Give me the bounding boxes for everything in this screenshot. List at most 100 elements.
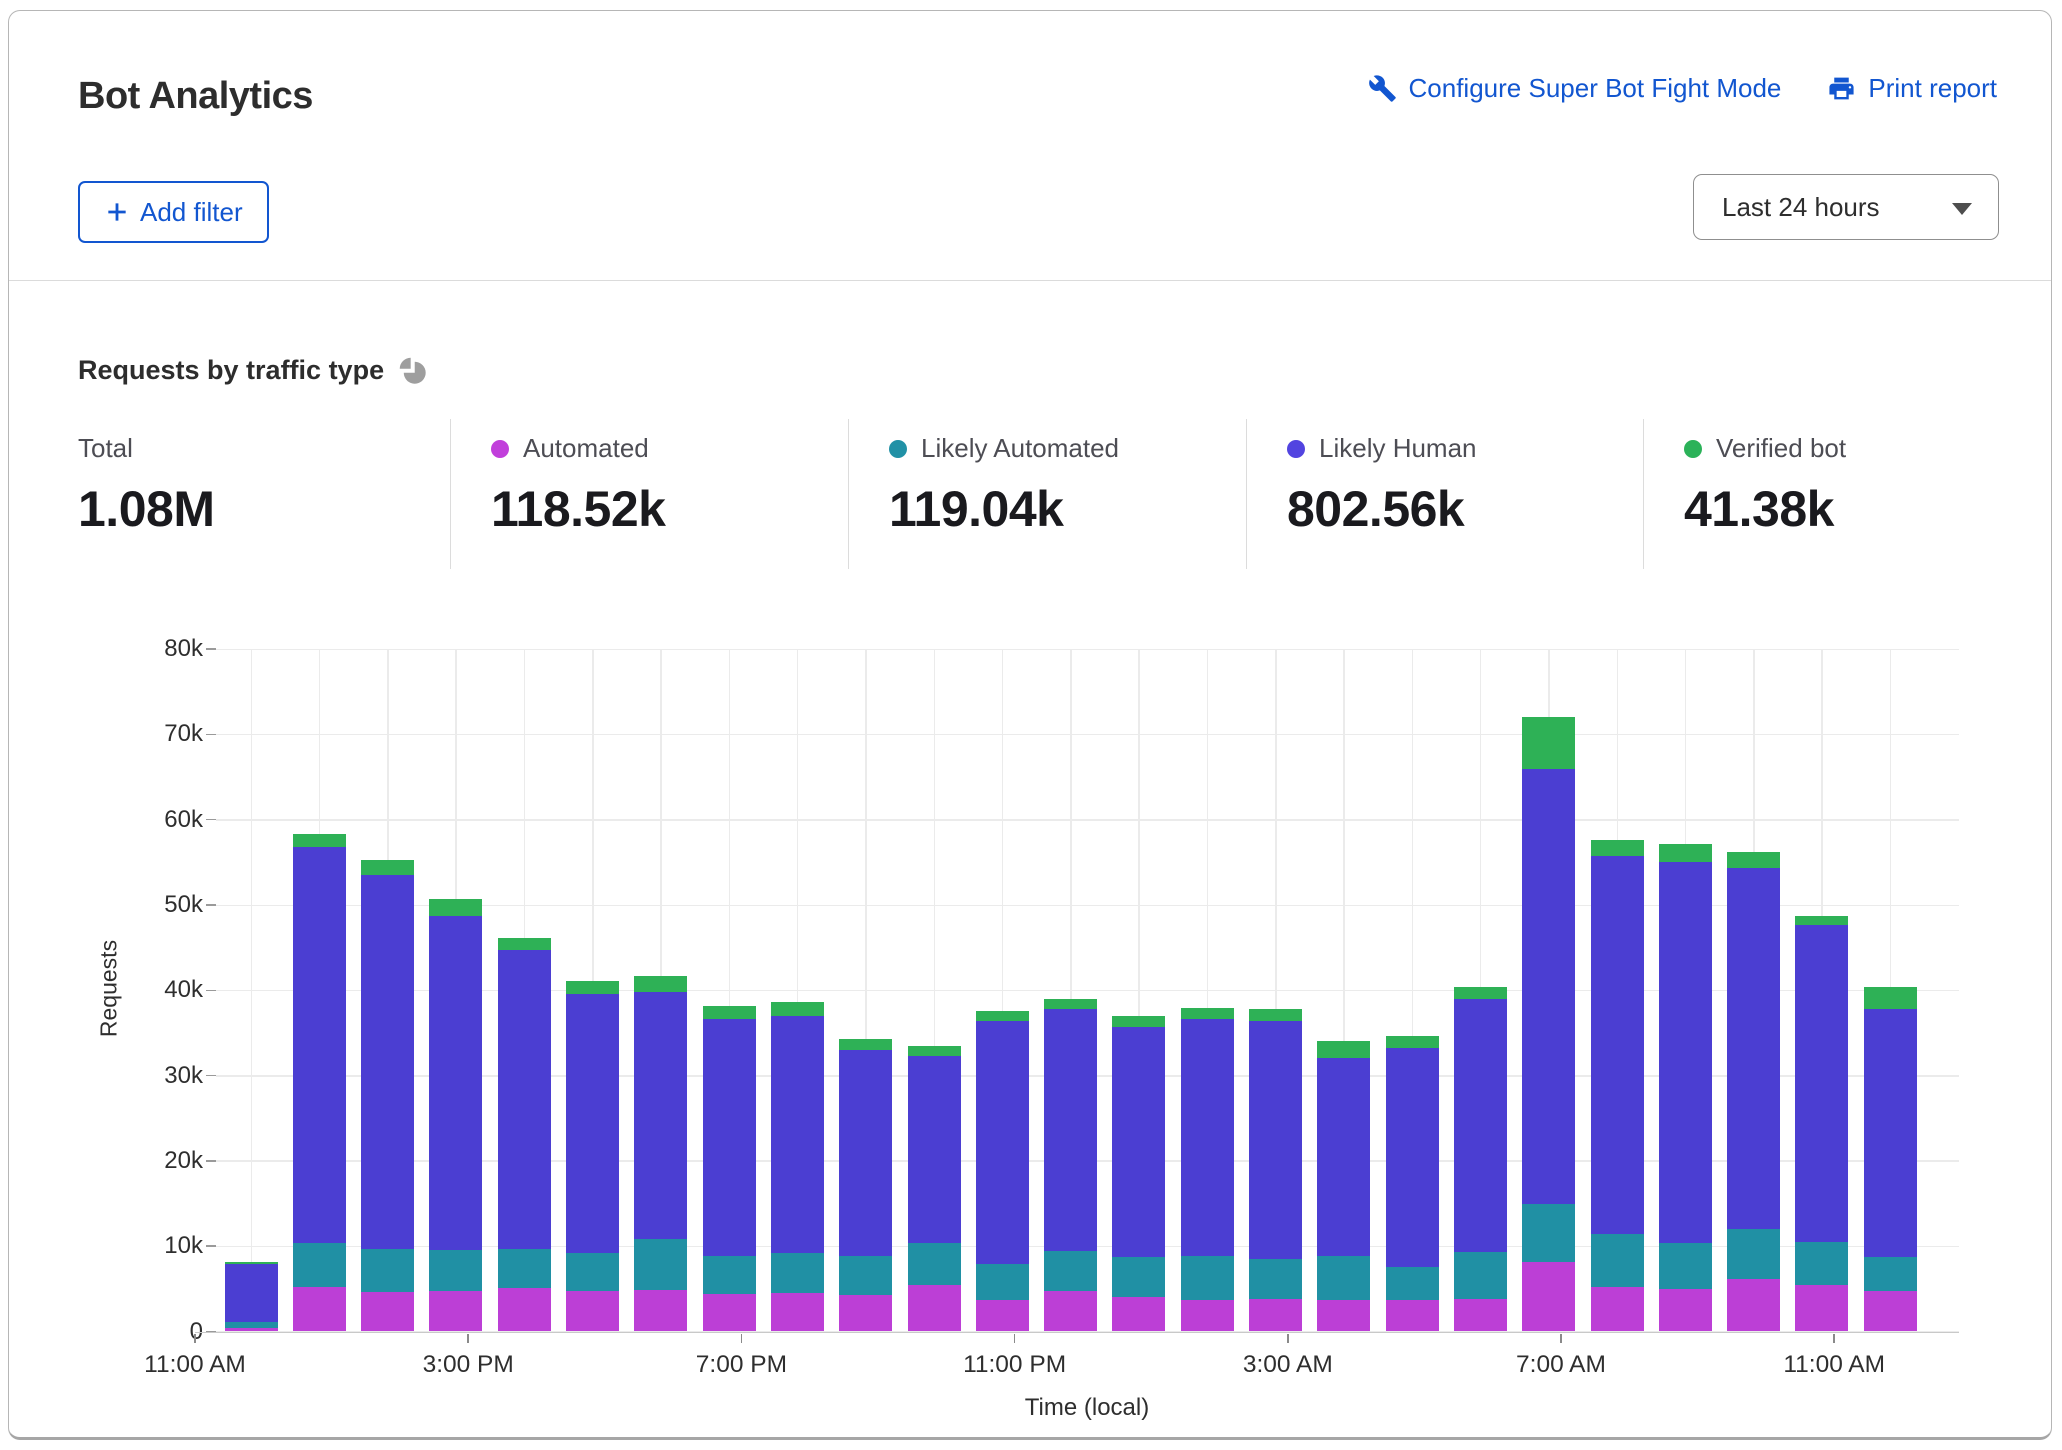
bar-segment-verified-bot xyxy=(703,1006,756,1020)
x-tick xyxy=(1560,1334,1562,1343)
x-tick xyxy=(741,1334,743,1343)
bar-segment-likely-human xyxy=(976,1021,1029,1264)
y-tick-label: 20k xyxy=(113,1147,203,1175)
stat-verified-bot-label: Verified bot xyxy=(1716,433,1846,464)
y-tick xyxy=(206,1331,216,1333)
time-range-value: Last 24 hours xyxy=(1722,192,1880,223)
bar-segment-likely-automated xyxy=(1249,1259,1302,1298)
x-tick-label: 11:00 PM xyxy=(905,1351,1125,1379)
bar-segment-automated xyxy=(1044,1291,1097,1331)
gridline-x xyxy=(387,649,389,1331)
bar-segment-likely-automated xyxy=(908,1243,961,1286)
stat-verified-bot: Verified bot 41.38k xyxy=(1643,419,1997,569)
bar-segment-likely-human xyxy=(771,1016,824,1253)
bar-segment-likely-automated xyxy=(703,1256,756,1294)
bar-segment-likely-automated xyxy=(771,1253,824,1293)
bar-segment-likely-human xyxy=(1044,1009,1097,1251)
bar-segment-likely-automated xyxy=(498,1249,551,1288)
x-axis-title: Time (local) xyxy=(977,1394,1197,1422)
traffic-type-stats: Total 1.08M Automated 118.52k Likely Aut… xyxy=(78,419,1997,569)
bar-segment-likely-automated xyxy=(1864,1257,1917,1290)
x-tick xyxy=(194,1334,196,1343)
bar-segment-likely-human xyxy=(634,992,687,1239)
bar-segment-verified-bot xyxy=(1795,916,1848,925)
y-tick-label: 40k xyxy=(113,976,203,1004)
bar-segment-likely-automated xyxy=(839,1256,892,1295)
bar-segment-likely-automated xyxy=(293,1243,346,1287)
bar-segment-likely-human xyxy=(1522,769,1575,1204)
gridline-y xyxy=(216,1160,1959,1162)
bar-segment-verified-bot xyxy=(1659,844,1712,862)
x-tick xyxy=(1014,1334,1016,1343)
bar-segment-verified-bot xyxy=(634,976,687,992)
y-tick-label: 80k xyxy=(113,635,203,663)
bar-segment-automated xyxy=(1249,1299,1302,1332)
bar-segment-likely-human xyxy=(1864,1009,1917,1257)
y-tick-label: 70k xyxy=(113,720,203,748)
add-filter-button[interactable]: Add filter xyxy=(78,181,269,243)
bar-segment-automated xyxy=(634,1290,687,1332)
gridline-x xyxy=(729,649,731,1331)
y-tick-label: 30k xyxy=(113,1062,203,1090)
bar-segment-likely-automated xyxy=(634,1239,687,1289)
bar-segment-automated xyxy=(566,1291,619,1332)
bar-segment-likely-automated xyxy=(1727,1229,1780,1279)
bar-segment-verified-bot xyxy=(1181,1008,1234,1019)
stat-likely-automated-label: Likely Automated xyxy=(921,433,1119,464)
gridline-x xyxy=(1753,649,1755,1331)
gridline-x xyxy=(1890,649,1892,1331)
gridline-y xyxy=(216,649,1959,651)
bar-segment-automated xyxy=(1386,1300,1439,1332)
bar-segment-likely-automated xyxy=(1181,1256,1234,1300)
gridline-x xyxy=(524,649,526,1331)
bar-segment-automated xyxy=(361,1292,414,1331)
bar-segment-verified-bot xyxy=(1112,1016,1165,1027)
y-tick xyxy=(206,734,216,736)
y-tick xyxy=(206,990,216,992)
bar-segment-likely-human xyxy=(1181,1019,1234,1255)
configure-super-bot-fight-mode-link[interactable]: Configure Super Bot Fight Mode xyxy=(1368,73,1782,104)
bar-segment-verified-bot xyxy=(1044,999,1097,1009)
bar-segment-likely-human xyxy=(703,1019,756,1255)
bar-segment-likely-human xyxy=(1727,868,1780,1228)
stat-total: Total 1.08M xyxy=(78,419,450,569)
gridline-y xyxy=(216,1075,1959,1077)
bar-segment-verified-bot xyxy=(1591,840,1644,855)
bar-segment-automated xyxy=(976,1300,1029,1332)
bar-segment-automated xyxy=(1795,1285,1848,1332)
bar-segment-automated xyxy=(839,1295,892,1332)
bar-segment-likely-automated xyxy=(1112,1257,1165,1297)
bar-segment-verified-bot xyxy=(1522,717,1575,768)
time-range-dropdown[interactable]: Last 24 hours xyxy=(1693,174,1999,240)
bar-segment-likely-human xyxy=(1386,1048,1439,1266)
bar-segment-verified-bot xyxy=(771,1002,824,1016)
bar-segment-verified-bot xyxy=(293,834,346,847)
gridline-x xyxy=(1821,649,1823,1331)
bar-segment-verified-bot xyxy=(498,938,551,950)
bar-segment-likely-automated xyxy=(1317,1256,1370,1300)
bar-segment-likely-automated xyxy=(1454,1252,1507,1298)
bar-segment-automated xyxy=(429,1291,482,1331)
x-tick-label: 7:00 AM xyxy=(1451,1351,1671,1379)
bar-segment-likely-human xyxy=(839,1050,892,1256)
gridline-x xyxy=(1070,649,1072,1331)
bar-segment-automated xyxy=(498,1288,551,1332)
gridline-x xyxy=(865,649,867,1331)
pie-chart-icon xyxy=(398,356,428,386)
bar-segment-automated xyxy=(771,1293,824,1331)
bar-segment-automated xyxy=(1727,1279,1780,1332)
y-tick xyxy=(206,1075,216,1077)
x-tick-label: 3:00 AM xyxy=(1178,1351,1398,1379)
bar-segment-likely-human xyxy=(498,950,551,1249)
y-tick xyxy=(206,648,216,650)
printer-icon xyxy=(1827,74,1856,103)
y-tick-label: 50k xyxy=(113,891,203,919)
x-tick-label: 3:00 PM xyxy=(358,1351,578,1379)
automated-legend-dot xyxy=(491,440,509,458)
configure-link-label: Configure Super Bot Fight Mode xyxy=(1409,73,1782,104)
gridline-x xyxy=(797,649,799,1331)
bar-segment-verified-bot xyxy=(976,1011,1029,1021)
print-report-link[interactable]: Print report xyxy=(1827,73,1997,104)
bar-segment-likely-automated xyxy=(225,1322,278,1328)
gridline-x xyxy=(1275,649,1277,1331)
